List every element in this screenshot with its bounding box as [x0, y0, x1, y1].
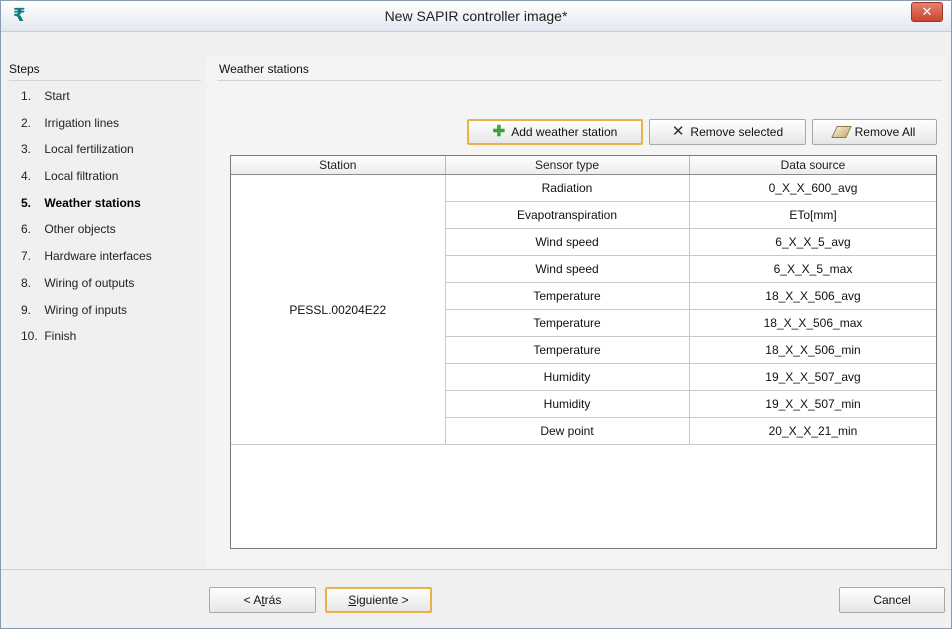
step-item: 10. Finish: [21, 329, 152, 356]
steps-divider: [9, 80, 201, 81]
step-item: 7. Hardware interfaces: [21, 249, 152, 276]
sensor-type-cell[interactable]: Temperature: [445, 336, 690, 364]
step-label: Hardware interfaces: [44, 249, 152, 264]
step-item: 2. Irrigation lines: [21, 116, 152, 143]
sensor-type-cell[interactable]: Temperature: [445, 309, 690, 337]
next-button-label: Siguiente >: [348, 593, 409, 607]
step-label: Local fertilization: [44, 142, 134, 157]
remove-selected-label: Remove selected: [690, 125, 784, 139]
step-number: 2.: [21, 115, 32, 130]
step-label: Local filtration: [44, 169, 119, 184]
step-label: Irrigation lines: [44, 115, 120, 130]
back-button-label: < Atrás: [243, 593, 282, 607]
weather-stations-table[interactable]: Station Sensor type Data source PESSL.00…: [230, 155, 937, 549]
close-icon: ✕: [921, 4, 933, 19]
step-number: 3.: [21, 142, 32, 157]
eraser-icon: [830, 126, 852, 138]
data-source-cell[interactable]: 18_X_X_506_max: [689, 309, 936, 337]
data-source-cell[interactable]: 0_X_X_600_avg: [689, 174, 936, 202]
content-divider: [217, 80, 942, 81]
step-label: Wiring of outputs: [44, 275, 135, 290]
data-source-cell[interactable]: 19_X_X_507_min: [689, 390, 936, 418]
cancel-button[interactable]: Cancel: [839, 587, 945, 613]
sensor-type-cell[interactable]: Humidity: [445, 363, 690, 391]
data-source-cell[interactable]: 19_X_X_507_avg: [689, 363, 936, 391]
data-source-cell[interactable]: 6_X_X_5_max: [689, 255, 936, 283]
step-item: 3. Local fertilization: [21, 142, 152, 169]
column-header-sensor-type[interactable]: Sensor type: [445, 156, 690, 175]
step-number: 8.: [21, 275, 32, 290]
step-number: 5.: [21, 195, 32, 210]
step-label: Weather stations: [44, 195, 141, 210]
sensor-type-cell[interactable]: Radiation: [445, 174, 690, 202]
title-bar: ₹ New SAPIR controller image* ✕: [1, 1, 951, 32]
step-label: Other objects: [44, 222, 116, 237]
remove-all-label: Remove All: [854, 125, 916, 139]
step-item: 6. Other objects: [21, 222, 152, 249]
footer-divider: [1, 569, 951, 570]
remove-selected-button[interactable]: ✕ Remove selected: [649, 119, 806, 145]
data-source-cell[interactable]: 6_X_X_5_avg: [689, 228, 936, 256]
content-header: Weather stations: [219, 62, 309, 76]
step-label: Finish: [44, 329, 77, 344]
step-number: 10.: [21, 329, 38, 344]
add-weather-station-button[interactable]: ✚ Add weather station: [467, 119, 643, 145]
next-button[interactable]: Siguiente >: [325, 587, 432, 613]
sensor-type-cell[interactable]: Dew point: [445, 417, 690, 445]
data-source-cell[interactable]: 18_X_X_506_min: [689, 336, 936, 364]
table-header-row: Station Sensor type Data source: [231, 156, 936, 175]
back-button[interactable]: < Atrás: [209, 587, 316, 613]
steps-header: Steps: [9, 62, 40, 76]
cancel-button-label: Cancel: [873, 593, 911, 607]
step-item: 8. Wiring of outputs: [21, 276, 152, 303]
sensor-type-cell[interactable]: Evapotranspiration: [445, 201, 690, 229]
wizard-window: ₹ New SAPIR controller image* ✕ Steps 1.…: [0, 0, 952, 629]
sensor-type-cell[interactable]: Wind speed: [445, 228, 690, 256]
step-label: Start: [44, 89, 70, 103]
step-number: 9.: [21, 302, 32, 317]
station-cell[interactable]: PESSL.00204E22: [231, 174, 446, 445]
close-button[interactable]: ✕: [911, 2, 943, 22]
step-item: 9. Wiring of inputs: [21, 303, 152, 330]
sensor-type-cell[interactable]: Wind speed: [445, 255, 690, 283]
sensor-type-cell[interactable]: Temperature: [445, 282, 690, 310]
step-item: 1. Start: [21, 89, 152, 116]
add-weather-station-label: Add weather station: [511, 125, 618, 139]
data-source-cell[interactable]: 18_X_X_506_avg: [689, 282, 936, 310]
step-item: 5. Weather stations: [21, 196, 152, 223]
column-header-station[interactable]: Station: [231, 156, 446, 175]
data-source-cell[interactable]: ETo[mm]: [689, 201, 936, 229]
sensor-type-cell[interactable]: Humidity: [445, 390, 690, 418]
remove-all-button[interactable]: Remove All: [812, 119, 937, 145]
table-row[interactable]: PESSL.00204E22 Radiation 0_X_X_600_avg: [231, 174, 936, 445]
column-header-data-source[interactable]: Data source: [689, 156, 936, 175]
step-number: 4.: [21, 169, 32, 184]
steps-list: 1. Start 2. Irrigation lines 3. Local fert…: [21, 89, 152, 356]
data-source-cell[interactable]: 20_X_X_21_min: [689, 417, 936, 445]
step-label: Wiring of inputs: [44, 302, 128, 317]
step-number: 1.: [21, 89, 32, 103]
step-item: 4. Local filtration: [21, 169, 152, 196]
step-number: 6.: [21, 222, 32, 237]
window-title: New SAPIR controller image*: [384, 8, 568, 24]
table-body: PESSL.00204E22 Radiation 0_X_X_600_avg Evap…: [231, 174, 936, 445]
step-number: 7.: [21, 249, 32, 264]
x-icon: ✕: [671, 123, 685, 140]
plus-icon: ✚: [492, 123, 506, 140]
